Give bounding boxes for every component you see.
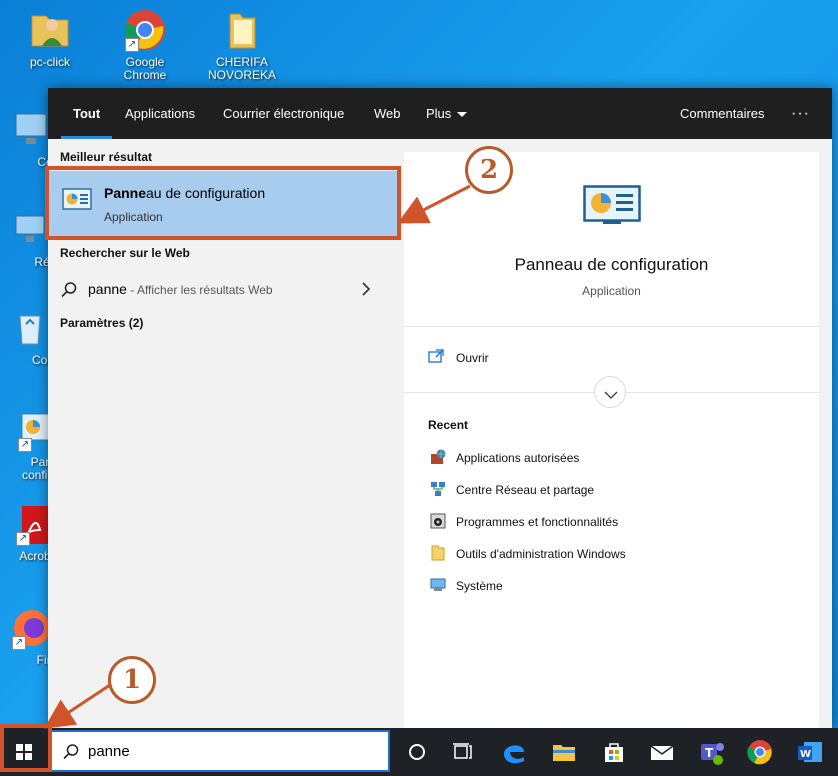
callout-highlight-start-button	[0, 724, 52, 772]
more-options-icon: ···	[791, 105, 810, 122]
folder-icon	[220, 8, 264, 52]
recent-item-label: Applications autorisées	[456, 451, 580, 465]
desktop-icon-label: pc-click	[29, 55, 70, 69]
tab-tout[interactable]: Tout	[60, 88, 113, 139]
search-icon	[60, 281, 78, 299]
recent-item-applications-autorisees[interactable]: Applications autorisées	[426, 446, 806, 470]
computer-icon	[8, 108, 52, 152]
web-result-hint: - Afficher les résultats Web	[126, 283, 273, 297]
folder-icon	[430, 545, 446, 561]
divider	[404, 326, 819, 327]
settings-header[interactable]: Paramètres (2)	[60, 316, 143, 330]
chrome-icon: ↗	[123, 8, 167, 52]
svg-text:W: W	[800, 749, 811, 760]
web-result-query: panne	[88, 281, 127, 297]
recent-item-label: Programmes et fonctionnalités	[456, 515, 619, 529]
preview-title: Panneau de configuration	[514, 255, 709, 274]
recent-header: Recent	[428, 418, 469, 432]
recent-item-label: Centre Réseau et partage	[456, 483, 595, 497]
system-icon	[430, 577, 446, 593]
user-folder-icon	[28, 8, 72, 52]
desktop-icon-pc-click[interactable]: pc-click	[8, 8, 92, 69]
recent-item-outils-administration[interactable]: Outils d'administration Windows	[426, 542, 806, 566]
tab-web[interactable]: Web	[374, 88, 401, 139]
desktop-icon-label: CHERIFA NOVOREKA	[207, 55, 276, 82]
desktop-icon-google-chrome[interactable]: ↗ Google Chrome	[103, 8, 187, 82]
word-icon[interactable]: W	[794, 736, 826, 768]
tab-label: Applications	[125, 106, 196, 121]
firewall-icon	[430, 449, 446, 465]
preview-subtitle: Application	[582, 284, 641, 298]
shortcut-arrow-icon: ↗	[125, 38, 139, 52]
programs-icon	[430, 513, 446, 529]
recent-item-label: Outils d'administration Windows	[456, 547, 626, 561]
store-icon[interactable]	[598, 736, 630, 768]
search-query-text: panne	[88, 743, 130, 760]
recent-item-systeme[interactable]: Système	[426, 574, 806, 598]
taskbar: panne T W	[0, 728, 838, 776]
recycle-bin-icon	[8, 306, 52, 350]
web-result-text: panne - Afficher les résultats Web	[88, 281, 273, 297]
tab-courrier-electronique[interactable]: Courrier électronique	[223, 88, 344, 139]
recent-item-label: Système	[456, 579, 503, 593]
control-panel-icon	[583, 185, 641, 225]
web-search-result[interactable]: panne - Afficher les résultats Web	[48, 274, 398, 304]
step-2-badge: 2	[465, 146, 513, 194]
tab-label: Plus	[426, 106, 452, 121]
edge-icon[interactable]	[498, 736, 530, 768]
web-search-header: Rechercher sur le Web	[60, 246, 190, 260]
chevron-down-icon	[603, 387, 619, 399]
step-1-badge: 1	[108, 656, 156, 704]
more-options-button[interactable]: ···	[791, 88, 810, 139]
feedback-button[interactable]: Commentaires	[680, 88, 765, 139]
chevron-down-icon	[457, 112, 468, 118]
desktop-icon-cherifa-novoreka[interactable]: CHERIFA NOVOREKA	[200, 8, 284, 82]
chrome-icon[interactable]	[744, 736, 776, 768]
best-match-header: Meilleur résultat	[60, 150, 153, 164]
tab-applications[interactable]: Applications	[125, 88, 195, 139]
mail-icon[interactable]	[646, 736, 678, 768]
expand-button[interactable]	[594, 376, 626, 408]
task-view-icon[interactable]	[447, 736, 479, 768]
chevron-right-icon[interactable]	[360, 282, 372, 296]
network-center-icon	[430, 481, 446, 497]
shortcut-arrow-icon: ↗	[16, 532, 30, 546]
recent-item-programmes[interactable]: Programmes et fonctionnalités	[426, 510, 806, 534]
cortana-icon[interactable]	[401, 736, 433, 768]
teams-icon[interactable]: T	[696, 736, 728, 768]
callout-highlight-best-match	[45, 166, 401, 240]
open-icon	[428, 349, 444, 363]
tab-label: Web	[374, 106, 401, 121]
taskbar-search-input[interactable]: panne	[48, 730, 390, 772]
open-action[interactable]: Ouvrir	[456, 351, 489, 365]
tab-label: Tout	[73, 106, 101, 121]
result-preview: Panneau de configuration Application Ouv…	[404, 152, 819, 728]
desktop-icon-label: Google Chrome	[123, 55, 167, 82]
file-explorer-icon[interactable]	[548, 736, 580, 768]
tab-plus[interactable]: Plus	[426, 88, 468, 139]
svg-text:T: T	[705, 746, 714, 760]
tab-label: Courrier électronique	[223, 106, 345, 121]
search-icon	[62, 743, 80, 761]
shortcut-arrow-icon: ↗	[12, 636, 26, 650]
shortcut-arrow-icon: ↗	[18, 438, 32, 452]
feedback-label: Commentaires	[680, 106, 765, 121]
search-tab-bar: Tout Applications Courrier électronique …	[48, 88, 832, 139]
recent-item-centre-reseau[interactable]: Centre Réseau et partage	[426, 478, 806, 502]
